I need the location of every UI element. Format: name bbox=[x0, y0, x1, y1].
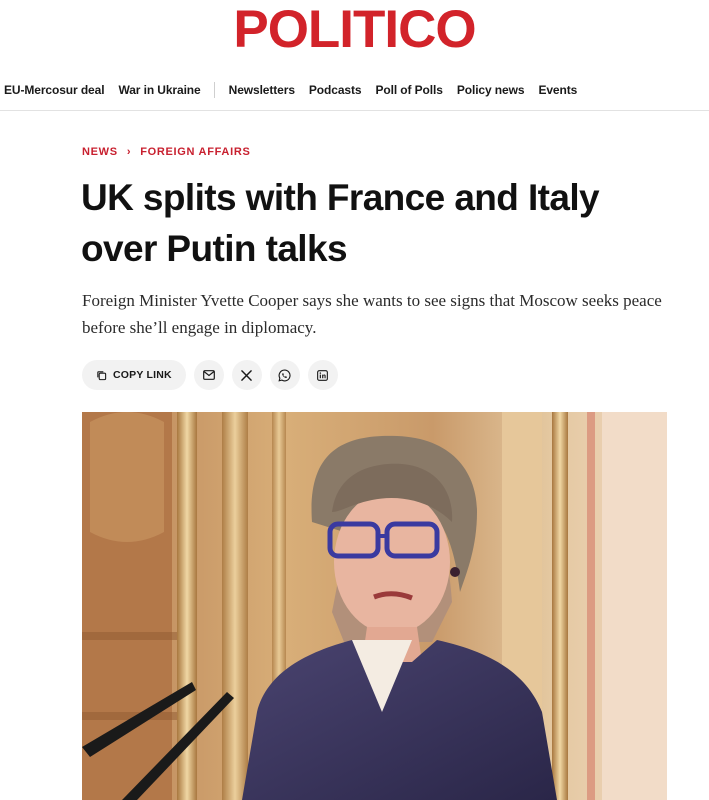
email-share-button[interactable] bbox=[193, 360, 224, 390]
nav-item-war-in-ukraine[interactable]: War in Ukraine bbox=[111, 83, 207, 97]
linkedin-share-button[interactable] bbox=[307, 360, 338, 390]
copy-link-button[interactable]: COPY LINK bbox=[82, 360, 186, 390]
copy-icon bbox=[97, 370, 107, 380]
breadcrumb-news[interactable]: NEWS bbox=[82, 146, 118, 158]
share-bar: COPY LINK bbox=[82, 360, 338, 390]
nav-item-policy-news[interactable]: Policy news bbox=[450, 83, 532, 97]
article-dek: Foreign Minister Yvette Cooper says she … bbox=[82, 291, 662, 337]
politico-logo[interactable]: POLITICO bbox=[0, 2, 709, 58]
top-nav: EU-Mercosur deal War in Ukraine Newslett… bbox=[0, 77, 709, 103]
nav-divider-line bbox=[0, 110, 709, 111]
linkedin-icon bbox=[317, 369, 329, 381]
article-photo bbox=[82, 412, 667, 800]
nav-item-poll-of-polls[interactable]: Poll of Polls bbox=[368, 83, 449, 97]
whatsapp-icon bbox=[278, 369, 291, 382]
article-photo-illustration bbox=[82, 412, 667, 800]
copy-link-label: COPY LINK bbox=[113, 369, 172, 381]
site-header: POLITICO bbox=[0, 0, 709, 60]
breadcrumb-foreign-affairs[interactable]: FOREIGN AFFAIRS bbox=[140, 146, 250, 158]
article-headline: UK splits with France and Italy over Put… bbox=[81, 177, 600, 269]
chevron-right-icon: › bbox=[126, 146, 132, 158]
x-share-button[interactable] bbox=[231, 360, 262, 390]
nav-item-eu-mercosur-deal[interactable]: EU-Mercosur deal bbox=[0, 83, 111, 97]
x-icon bbox=[241, 369, 253, 381]
whatsapp-share-button[interactable] bbox=[269, 360, 300, 390]
email-icon bbox=[202, 370, 215, 380]
nav-item-events[interactable]: Events bbox=[531, 83, 584, 97]
nav-divider bbox=[213, 82, 215, 98]
breadcrumb: NEWS › FOREIGN AFFAIRS bbox=[82, 146, 251, 158]
nav-item-podcasts[interactable]: Podcasts bbox=[302, 83, 369, 97]
nav-item-newsletters[interactable]: Newsletters bbox=[222, 83, 302, 97]
